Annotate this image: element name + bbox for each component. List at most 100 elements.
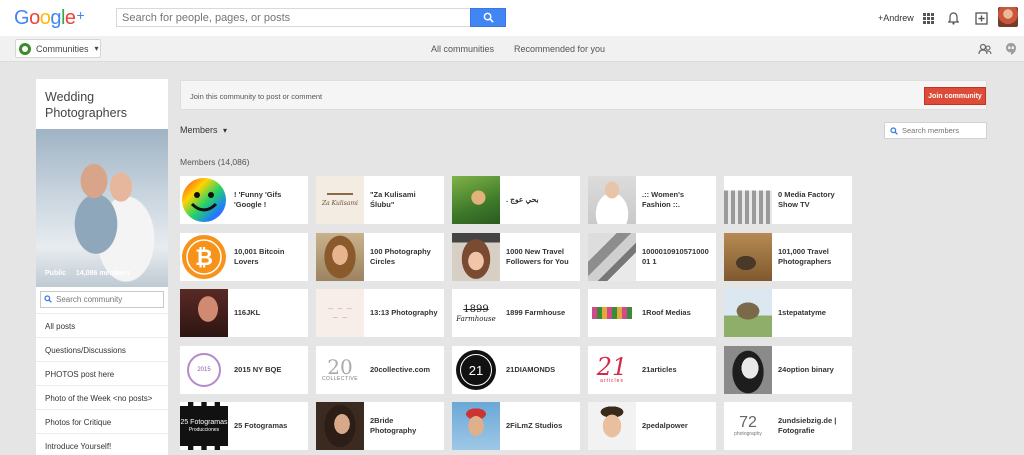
chevron-down-icon: ▾ <box>223 126 228 135</box>
member-card[interactable]: ₿ 10,001 Bitcoin Lovers <box>180 233 308 281</box>
community-meta: Public 14,086 members <box>45 270 138 277</box>
member-avatar: 21 articles <box>588 346 636 394</box>
join-community-button[interactable]: Join community <box>924 87 986 105</box>
share-add-icon[interactable] <box>974 11 988 25</box>
user-profile-link[interactable]: +Andrew <box>878 13 914 23</box>
member-name: 2undsiebzig.de | Fotografie <box>778 416 837 435</box>
join-community-bar: Join this community to post or comment J… <box>180 80 987 110</box>
community-member-count: 14,086 members <box>75 270 131 277</box>
member-card[interactable]: 1Roof Medias <box>588 289 716 337</box>
google-plus-logo[interactable]: Google+ <box>14 7 85 30</box>
member-name: 0 Media Factory Show TV <box>778 190 835 209</box>
member-card[interactable]: ~ ~ ~ ~ ~ 13:13 Photography <box>316 289 444 337</box>
member-card[interactable]: 100001091057100001 1 <box>588 233 716 281</box>
member-avatar <box>180 176 228 224</box>
member-card[interactable]: 25 Fotogramas Producciones 25 Fotogramas <box>180 402 308 450</box>
member-card[interactable]: 0 Media Factory Show TV <box>724 176 852 224</box>
logo-letter-o1: o <box>29 7 40 29</box>
community-visibility: Public <box>45 270 67 277</box>
member-name: 2015 NY BQE <box>234 365 282 374</box>
thumb-text: 25 Fotogramas <box>180 419 228 426</box>
thumb-text: 2015 <box>197 367 211 373</box>
member-card[interactable]: 116JKL <box>180 289 308 337</box>
search-icon <box>483 12 494 23</box>
top-bar: Google+ +Andrew <box>0 0 1024 36</box>
member-card[interactable]: 21 articles 21articles <box>588 346 716 394</box>
search-members-input[interactable] <box>884 122 987 139</box>
category-photos-for-critique[interactable]: Photos for Critique <box>36 409 168 433</box>
tab-all-communities[interactable]: All communities <box>431 44 494 54</box>
member-name: 10,001 Bitcoin Lovers <box>234 247 285 266</box>
member-card[interactable]: 1899 Farmhouse 1899 Farmhouse <box>452 289 580 337</box>
member-card[interactable]: 24option binary <box>724 346 852 394</box>
member-avatar <box>588 176 636 224</box>
communities-label: Communities <box>36 43 89 54</box>
search-icon <box>44 295 52 303</box>
member-card[interactable]: 2015 2015 NY BQE <box>180 346 308 394</box>
thumb-text: Producciones <box>188 427 220 433</box>
category-photos-post-here[interactable]: PHOTOS post here <box>36 361 168 385</box>
member-avatar <box>724 289 772 337</box>
member-name: "Za Kulisami Ślubu" <box>370 190 416 209</box>
member-card[interactable]: 2pedalpower <box>588 402 716 450</box>
member-card[interactable]: .:: Women's Fashion ::. <box>588 176 716 224</box>
logo-plus: + <box>76 7 85 23</box>
member-avatar <box>452 233 500 281</box>
member-card[interactable]: ! 'Funny 'Gifs 'Google ! <box>180 176 308 224</box>
member-card[interactable]: 100 Photography Circles <box>316 233 444 281</box>
member-card[interactable]: Za Kulisami "Za Kulisami Ślubu" <box>316 176 444 224</box>
member-name: 2FiLmZ Studios <box>506 421 563 430</box>
member-name: 1stepatatyme <box>778 308 826 317</box>
member-avatar: ₿ <box>180 233 228 281</box>
member-card[interactable]: 20 COLLECTIVE 20collective.com <box>316 346 444 394</box>
tab-recommended[interactable]: Recommended for you <box>514 44 605 54</box>
community-people-icon[interactable] <box>978 42 992 56</box>
communities-dropdown[interactable]: Communities ▾ <box>15 39 101 58</box>
thumb-text: photography <box>734 431 762 437</box>
logo-letter-o2: o <box>39 7 51 29</box>
thumb-text: 1899 <box>463 303 489 315</box>
members-count-heading: Members (14,086) <box>180 157 250 167</box>
member-name: 100001091057100001 1 <box>642 247 709 266</box>
account-avatar[interactable] <box>998 7 1018 27</box>
member-card[interactable]: 101,000 Travel Photographers <box>724 233 852 281</box>
member-avatar <box>452 402 500 450</box>
logo-letter-g: G <box>14 7 30 29</box>
member-name: 2pedalpower <box>642 421 688 430</box>
member-card[interactable]: بحي عوج . <box>452 176 580 224</box>
member-card[interactable]: 21 21DIAMONDS <box>452 346 580 394</box>
member-card[interactable]: 72 photography 2undsiebzig.de | Fotograf… <box>724 402 852 450</box>
thumb-text: 21 <box>596 353 628 381</box>
member-name: 100 Photography Circles <box>370 247 431 266</box>
member-avatar: ~ ~ ~ ~ ~ <box>316 289 364 337</box>
member-name: 21articles <box>642 365 677 374</box>
member-name: 1000 New Travel Followers for You <box>506 247 569 266</box>
category-questions[interactable]: Questions/Discussions <box>36 337 168 361</box>
members-filter-dropdown[interactable]: Members ▾ <box>180 125 227 135</box>
member-card[interactable]: 1stepatatyme <box>724 289 852 337</box>
member-card[interactable]: 2Bride Photography <box>316 402 444 450</box>
member-avatar: 1899 Farmhouse <box>452 289 500 337</box>
member-card[interactable]: 2FiLmZ Studios <box>452 402 580 450</box>
search-input[interactable] <box>116 8 470 27</box>
search-button[interactable] <box>470 8 506 27</box>
notifications-bell-icon[interactable] <box>946 11 960 25</box>
community-cover-photo <box>36 129 168 287</box>
search-community-input[interactable] <box>40 291 164 308</box>
member-name: 21DIAMONDS <box>506 365 556 374</box>
logo-letter-e: e <box>64 7 76 29</box>
member-name: 101,000 Travel Photographers <box>778 247 832 266</box>
category-photo-of-week[interactable]: Photo of the Week <no posts> <box>36 385 168 409</box>
member-name: .:: Women's Fashion ::. <box>642 190 685 209</box>
hangouts-icon[interactable] <box>1004 42 1018 56</box>
community-info-card: Wedding Photographers Public 14,086 memb… <box>36 79 168 455</box>
svg-text:₿: ₿ <box>195 246 213 271</box>
category-introduce-yourself[interactable]: Introduce Yourself! <box>36 433 168 455</box>
member-name: 2Bride Photography <box>370 416 417 435</box>
member-name: 13:13 Photography <box>370 308 438 317</box>
member-avatar: 20 COLLECTIVE <box>316 346 364 394</box>
thumb-text: articles <box>600 378 624 384</box>
member-card[interactable]: 1000 New Travel Followers for You <box>452 233 580 281</box>
category-all-posts[interactable]: All posts <box>36 313 168 337</box>
apps-grid-icon[interactable] <box>921 11 935 25</box>
